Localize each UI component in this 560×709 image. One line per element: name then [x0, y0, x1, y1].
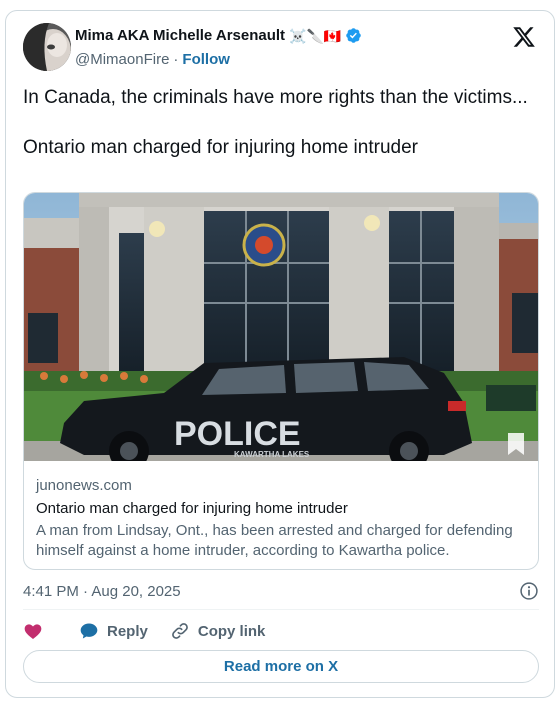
- info-icon[interactable]: [519, 581, 539, 601]
- follow-button[interactable]: Follow: [182, 51, 230, 68]
- post-timestamp[interactable]: 4:41 PM · Aug 20, 2025: [23, 583, 181, 600]
- kawartha-lakes-text: KAWARTHA LAKES: [234, 450, 310, 459]
- author-handle[interactable]: @MimaonFire: [75, 51, 169, 68]
- verified-badge-icon: [346, 28, 362, 43]
- copy-link-button[interactable]: Copy link: [170, 621, 266, 641]
- handle-separator: ·: [173, 51, 179, 68]
- reply-button[interactable]: Reply: [79, 621, 148, 641]
- author-name[interactable]: Mima AKA Michelle Arsenault: [75, 27, 285, 44]
- reply-label: Reply: [107, 622, 148, 640]
- link-title: Ontario man charged for injuring home in…: [36, 500, 348, 517]
- timestamp-row: 4:41 PM · Aug 20, 2025: [23, 581, 539, 601]
- heart-icon: [24, 624, 42, 639]
- link-domain: junonews.com: [36, 477, 132, 494]
- link-preview-card[interactable]: POLICE KAWARTHA LAKES junonews.com Ontar…: [23, 192, 539, 570]
- police-sign-text: POLICE: [174, 415, 301, 453]
- link-icon: [171, 623, 188, 639]
- avatar[interactable]: [23, 23, 71, 71]
- police-station-photo[interactable]: POLICE KAWARTHA LAKES: [24, 193, 539, 461]
- read-more-button[interactable]: Read more on X: [23, 650, 539, 683]
- like-button[interactable]: [23, 621, 43, 641]
- author-handle-row: @MimaonFire · Follow: [75, 51, 230, 68]
- author-name-emojis: ☠️🔪🇨🇦: [289, 27, 342, 44]
- link-preview-meta: junonews.com Ontario man charged for inj…: [36, 477, 528, 561]
- speech-bubble-icon: [80, 623, 98, 639]
- action-bar: Reply Copy link: [23, 619, 265, 643]
- embedded-post-card: Mima AKA Michelle Arsenault ☠️🔪🇨🇦 @Mimao…: [5, 10, 555, 698]
- author-name-row: Mima AKA Michelle Arsenault ☠️🔪🇨🇦: [75, 27, 362, 44]
- copy-link-label: Copy link: [197, 622, 266, 640]
- divider: [23, 609, 539, 610]
- x-logo-icon[interactable]: [512, 25, 536, 49]
- post-text: In Canada, the criminals have more right…: [23, 87, 528, 158]
- link-description: A man from Lindsay, Ont., has been arres…: [36, 522, 513, 559]
